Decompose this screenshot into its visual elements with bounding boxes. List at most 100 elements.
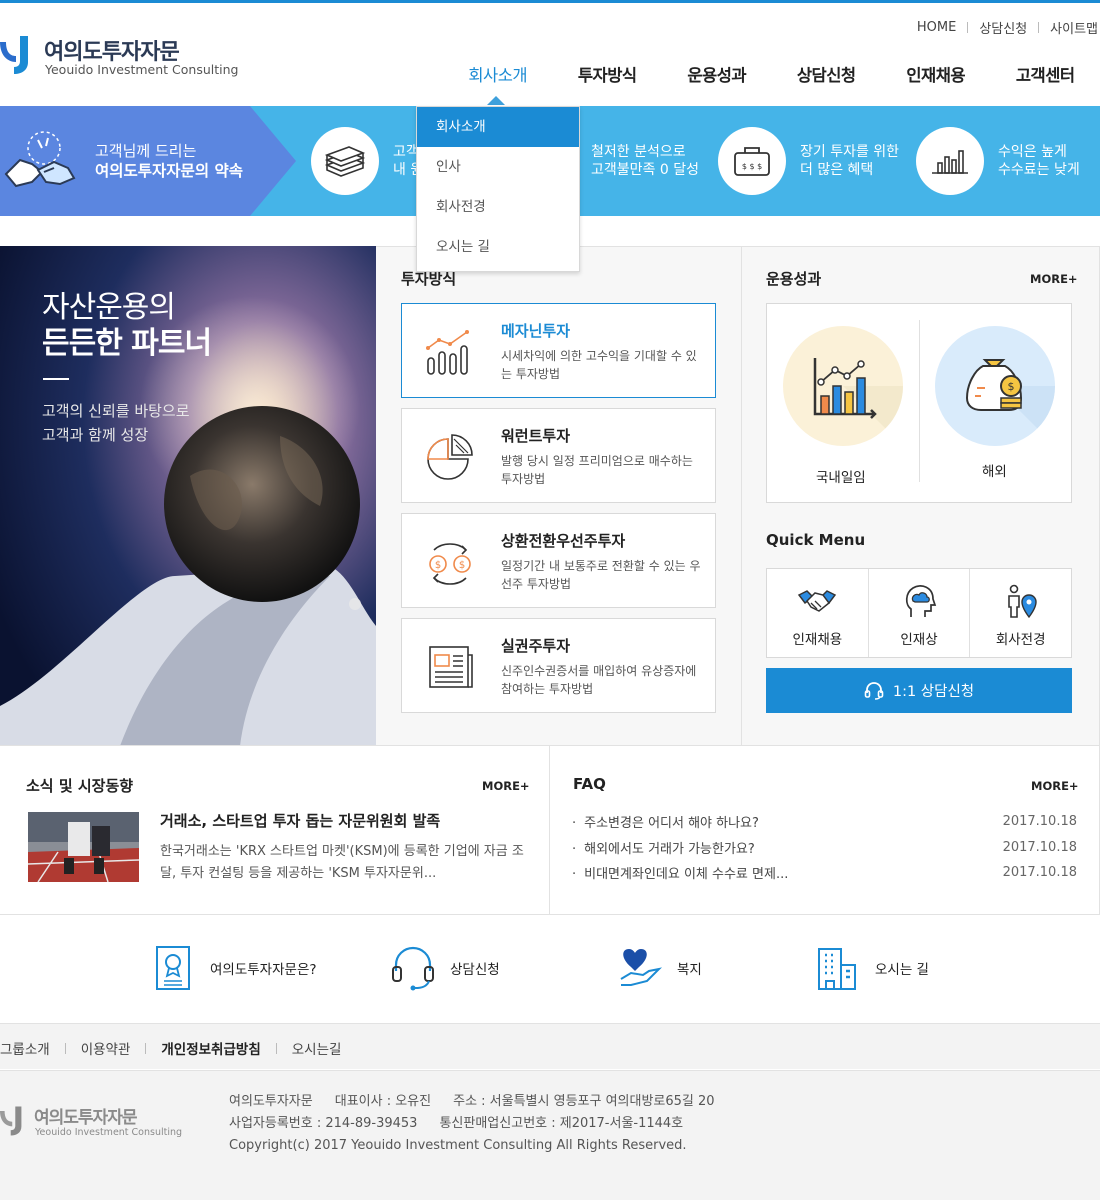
hero-subtext-line2: 고객과 함께 성장: [42, 426, 149, 444]
nav-item-customer[interactable]: 고객센터: [991, 62, 1100, 92]
footer-info-line2: 사업자등록번호 : 214-89-39453 통신판매업신고번호 : 제2017-…: [229, 1113, 737, 1135]
faq-question: 주소변경은 어디서 해야 하나요?: [572, 812, 759, 831]
newspaper-icon: [429, 646, 473, 688]
invest-card-forfeited[interactable]: 실권주투자 신주인수권증서를 매입하여 유상증자에 참여하는 투자방법: [401, 618, 716, 713]
promise-text-2-line1: 철저한 분석으로: [591, 144, 686, 160]
faq-item[interactable]: 주소변경은 어디서 해야 하나요? 2017.10.18: [572, 810, 1077, 836]
site-logo[interactable]: 여의도투자자문 Yeouido Investment Consulting: [0, 32, 270, 82]
svg-text:$ $ $: $ $ $: [742, 162, 762, 171]
chart-bars-icon: [932, 150, 968, 174]
quick-menu-view[interactable]: 회사전경: [970, 569, 1071, 657]
footer-separator: [64, 1042, 66, 1054]
news-section-title: 소식 및 시장동향: [26, 777, 134, 795]
footer-telecom-no: 통신판매업신고번호 : 제2017-서울-1144호: [439, 1116, 684, 1131]
domestic-performance-label[interactable]: 국내일임: [816, 466, 866, 486]
footer-nav-items: 그룹소개 이용약관 개인정보취급방침 오시는길: [0, 1038, 341, 1058]
svg-text:$: $: [435, 560, 441, 571]
footer-link-directions[interactable]: 오시는길: [292, 1038, 342, 1058]
utility-nav: HOME 상담신청 사이트맵: [917, 18, 1098, 37]
quick-link-welfare[interactable]: 복지: [617, 945, 702, 991]
invest-card-desc: 시세차익에 의한 고수익을 기대할 수 있는 투자방법: [501, 349, 697, 381]
hero-heading-line2: 든든한 파트너: [42, 326, 212, 361]
promise-title-line2: 여의도투자자문의 약속: [95, 162, 243, 180]
util-sitemap-link[interactable]: 사이트맵: [1050, 18, 1098, 37]
footer-logo: 여의도투자자문 Yeouido Investment Consulting: [0, 1103, 190, 1143]
money-bag-icon: $: [965, 359, 1055, 446]
performance-divider: [919, 320, 920, 482]
nav-item-performance[interactable]: 운용성과: [662, 62, 772, 92]
invest-card-warrant[interactable]: 워런트투자 발행 당시 일정 프리미엄으로 매수하는 투자방법: [401, 408, 716, 503]
certificate-icon: [156, 946, 190, 990]
heart-hand-icon: [620, 949, 663, 986]
news-thumbnail[interactable]: [28, 812, 139, 882]
footer-separator: [145, 1042, 147, 1054]
pie-chart-icon: [427, 434, 473, 480]
submenu-item-people[interactable]: 인사: [417, 147, 579, 187]
util-home-link[interactable]: HOME: [917, 20, 956, 35]
faq-date: 2017.10.18: [1002, 814, 1077, 829]
submenu-item-company[interactable]: 회사소개: [417, 107, 579, 147]
top-accent-line: [0, 0, 1100, 3]
footer-separator: [275, 1042, 277, 1054]
invest-card-mezzanine[interactable]: 메자닌투자 시세차익에 의한 고수익을 기대할 수 있는 투자방법: [401, 303, 716, 398]
footer-link-terms[interactable]: 이용약관: [81, 1038, 131, 1058]
promise-text-4-line2: 수수료는 낮게: [998, 162, 1080, 178]
faq-question: 비대면계좌인데요 이체 수수료 면제...: [572, 863, 788, 882]
overseas-performance-circle[interactable]: $: [935, 326, 1055, 446]
hero-subtext: 고객의 신뢰를 바탕으로 고객과 함께 성장: [42, 399, 190, 447]
nav-item-recruit[interactable]: 인재채용: [881, 62, 991, 92]
news-photo-image: [28, 812, 139, 882]
logo-mark-icon: [0, 36, 28, 74]
quick-menu-talent[interactable]: 인재상: [869, 569, 971, 657]
submenu-item-view[interactable]: 회사전경: [417, 187, 579, 227]
quick-link-about[interactable]: 여의도투자자문은?: [150, 945, 317, 991]
hero-subtext-line1: 고객의 신뢰를 바탕으로: [42, 402, 190, 420]
faq-item[interactable]: 해외에서도 거래가 가능한가요? 2017.10.18: [572, 836, 1077, 862]
faq-date: 2017.10.18: [1002, 839, 1077, 855]
faq-more-link[interactable]: MORE+: [1031, 779, 1079, 793]
nav-item-company[interactable]: 회사소개: [443, 62, 553, 92]
footer-link-group[interactable]: 그룹소개: [0, 1038, 50, 1058]
invest-card-rcps[interactable]: $ $ 상환전환우선주투자 일정기간 내 보통주로 전환할 수 있는 우선주 투…: [401, 513, 716, 608]
quick-link-label: 여의도투자자문은?: [210, 962, 317, 978]
overseas-performance-label[interactable]: 해외: [982, 460, 1007, 480]
quick-link-consult[interactable]: 상담신청: [390, 945, 500, 991]
money-stack-icon: [324, 146, 366, 177]
head-cloud-icon: [905, 585, 937, 617]
nav-item-invest-method[interactable]: 투자방식: [553, 62, 663, 92]
domestic-performance-circle[interactable]: [783, 326, 903, 446]
promise-text-3-line1: 장기 투자를 위한: [800, 144, 900, 160]
promise-circle-4: [916, 127, 984, 195]
util-consult-link[interactable]: 상담신청: [979, 18, 1027, 37]
hero-heading-line1: 자산운용의: [42, 290, 176, 325]
news-headline[interactable]: 거래소, 스타트업 투자 돕는 자문위원회 발족: [160, 810, 440, 831]
footer-logo-ko: 여의도투자자문: [34, 1108, 137, 1128]
news-section: 소식 및 시장동향 MORE+ 거래소, 스타트업 투자 돕는 자문위원회 발족…: [0, 745, 550, 915]
nav-item-consult[interactable]: 상담신청: [772, 62, 882, 92]
quick-link-directions[interactable]: 오시는 길: [815, 945, 929, 991]
faq-item[interactable]: 비대면계좌인데요 이체 수수료 면제... 2017.10.18: [572, 861, 1077, 887]
faq-section-title: FAQ: [573, 775, 606, 793]
quick-link-label: 오시는 길: [875, 962, 929, 978]
building-icon: [818, 948, 856, 990]
line-chart-icon: [426, 330, 469, 375]
footer-link-privacy[interactable]: 개인정보취급방침: [161, 1038, 260, 1058]
quick-menu: 인재채용 인재상 회사전경: [766, 568, 1072, 658]
quick-menu-label: 인재채용: [792, 632, 843, 648]
location-person-icon: [1007, 584, 1037, 619]
footer-company: 여의도투자자문: [229, 1094, 313, 1109]
promise-title: 고객님께 드리는 여의도투자자문의 약속: [95, 141, 243, 181]
submenu-item-directions[interactable]: 오시는 길: [417, 227, 579, 267]
footer-biz-no: 사업자등록번호 : 214-89-39453: [229, 1116, 418, 1131]
quick-link-label: 복지: [677, 962, 702, 978]
quick-menu-recruit[interactable]: 인재채용: [767, 569, 869, 657]
footer-address: 주소 : 서울특별시 영등포구 여의대방로65길 20: [453, 1094, 715, 1109]
performance-more-link[interactable]: MORE+: [1030, 272, 1078, 286]
quick-link-label: 상담신청: [450, 962, 500, 978]
promise-title-line1: 고객님께 드리는: [95, 142, 197, 160]
headset-icon: [392, 946, 434, 991]
consult-button[interactable]: 1:1 상담신청: [766, 668, 1072, 713]
news-more-link[interactable]: MORE+: [482, 779, 530, 793]
invest-card-title: 상환전환우선주투자: [501, 532, 626, 550]
consult-button-label: 1:1 상담신청: [892, 684, 975, 700]
